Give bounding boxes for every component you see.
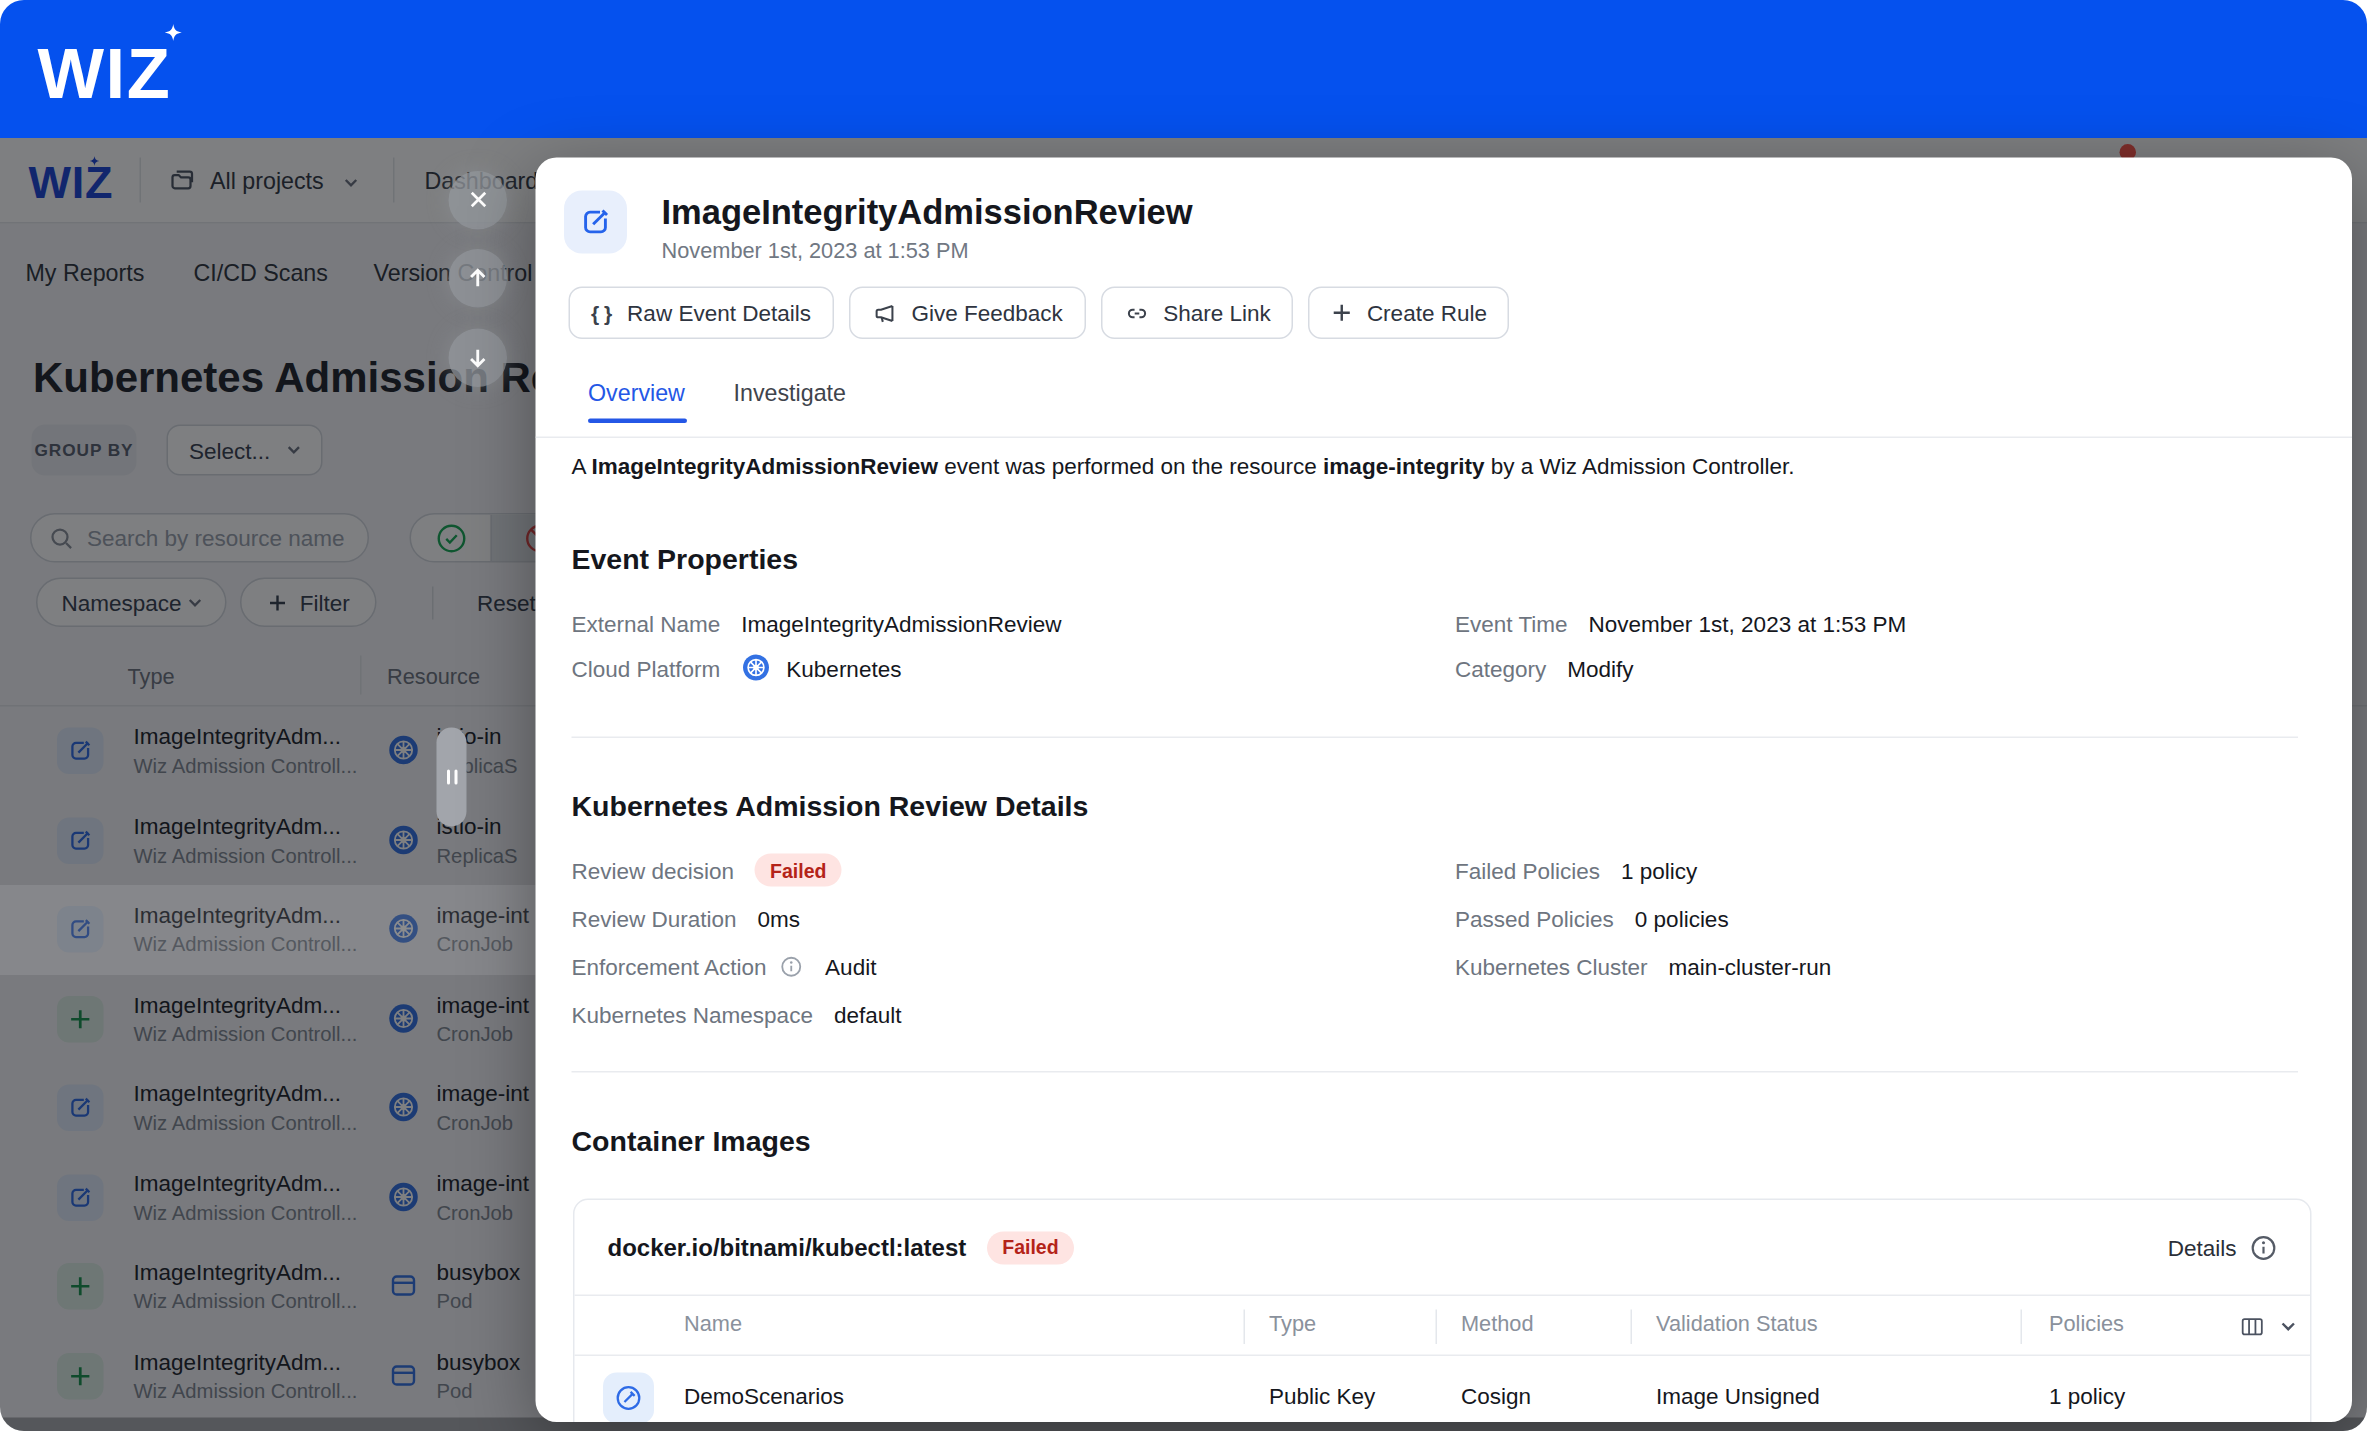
wiz-logo: WIZ	[38, 38, 172, 109]
active-tab-underline	[588, 419, 687, 424]
share-link-button[interactable]: Share Link	[1100, 287, 1293, 340]
image-table-row[interactable]: DemoScenarios Public Key Cosign Image Un…	[575, 1356, 2311, 1422]
section-divider	[572, 737, 2299, 739]
screenshot: WIZ WIZ All projects Dashboard My Report…	[0, 0, 2367, 1431]
event-properties-right: Event Time November 1st, 2023 at 1:53 PM…	[1455, 600, 1906, 690]
field-kubernetes-namespace: Kubernetes Namespace default	[572, 990, 902, 1038]
col-policies[interactable]: Policies	[2049, 1311, 2124, 1335]
failed-badge: Failed	[755, 854, 841, 887]
drawer-actions: { } Raw Event Details Give Feedback Shar…	[569, 287, 1510, 340]
raw-event-details-button[interactable]: { } Raw Event Details	[569, 287, 834, 340]
close-drawer-button[interactable]	[449, 170, 508, 229]
col-validation-status[interactable]: Validation Status	[1656, 1311, 1818, 1335]
field-event-time: Event Time November 1st, 2023 at 1:53 PM	[1455, 600, 1906, 645]
section-event-properties: Event Properties	[572, 539, 799, 581]
field-failed-policies: Failed Policies 1 policy	[1455, 846, 1831, 894]
event-properties-left: External Name ImageIntegrityAdmissionRev…	[572, 600, 1062, 690]
link-icon	[1123, 299, 1150, 326]
section-divider	[572, 1071, 2299, 1073]
container-image-card: docker.io/bitnami/kubectl:latest Failed …	[573, 1199, 2312, 1423]
megaphone-icon	[871, 299, 898, 326]
info-icon	[2250, 1234, 2277, 1261]
failed-badge: Failed	[987, 1231, 1073, 1264]
field-external-name: External Name ImageIntegrityAdmissionRev…	[572, 600, 1062, 645]
previous-event-button[interactable]	[449, 249, 508, 308]
drawer-resize-handle[interactable]	[437, 728, 467, 827]
cell-validation-status: Image Unsigned	[1656, 1383, 1820, 1409]
drawer-title: ImageIntegrityAdmissionReview	[662, 191, 1193, 233]
cell-type: Public Key	[1269, 1383, 1375, 1409]
next-event-button[interactable]	[449, 329, 508, 388]
review-details-right: Failed Policies 1 policy Passed Policies…	[1455, 846, 1831, 990]
container-image-header: docker.io/bitnami/kubectl:latest Failed …	[575, 1200, 2311, 1296]
field-review-decision: Review decision Failed	[572, 846, 902, 894]
event-type-icon	[564, 191, 627, 254]
info-icon[interactable]	[780, 955, 803, 978]
cell-policies: 1 policy	[2049, 1383, 2125, 1409]
section-review-details: Kubernetes Admission Review Details	[572, 786, 1089, 828]
field-category: Category Modify	[1455, 645, 1906, 690]
drawer-timestamp: November 1st, 2023 at 1:53 PM	[662, 237, 969, 264]
chevron-down-icon[interactable]	[2279, 1317, 2299, 1337]
tab-overview[interactable]: Overview	[588, 378, 685, 408]
cell-method: Cosign	[1461, 1383, 1531, 1409]
image-name: docker.io/bitnami/kubectl:latest	[608, 1234, 967, 1261]
braces-icon: { }	[591, 301, 614, 325]
policy-icon	[603, 1373, 654, 1423]
tab-investigate[interactable]: Investigate	[734, 378, 846, 408]
selected-row-highlight	[0, 885, 536, 974]
wiz-logo-sparkle-icon	[161, 24, 187, 50]
image-table-header: Name Type Method Validation Status Polic…	[575, 1296, 2311, 1356]
event-summary: A ImageIntegrityAdmissionReview event wa…	[572, 452, 1795, 482]
cell-name: DemoScenarios	[684, 1383, 844, 1409]
kubernetes-icon	[741, 653, 771, 683]
give-feedback-button[interactable]: Give Feedback	[848, 287, 1085, 340]
section-container-images: Container Images	[572, 1121, 811, 1163]
field-passed-policies: Passed Policies 0 policies	[1455, 894, 1831, 942]
plus-icon	[1331, 302, 1354, 325]
review-details-left: Review decision Failed Review Duration 0…	[572, 846, 902, 1038]
event-details-drawer: ImageIntegrityAdmissionReview November 1…	[536, 158, 2353, 1423]
field-cloud-platform: Cloud Platform Kubernetes	[572, 645, 1062, 690]
field-kubernetes-cluster: Kubernetes Cluster main-cluster-run	[1455, 942, 1831, 990]
field-review-duration: Review Duration 0ms	[572, 894, 902, 942]
create-rule-button[interactable]: Create Rule	[1308, 287, 1509, 340]
col-method[interactable]: Method	[1461, 1311, 1534, 1335]
col-name[interactable]: Name	[684, 1311, 742, 1335]
column-settings-icon[interactable]	[2240, 1314, 2266, 1340]
col-type[interactable]: Type	[1269, 1311, 1316, 1335]
app-header: WIZ	[0, 0, 2367, 138]
tabs-divider	[536, 437, 2353, 439]
details-link[interactable]: Details	[2168, 1234, 2277, 1261]
field-enforcement-action: Enforcement Action Audit	[572, 942, 902, 990]
